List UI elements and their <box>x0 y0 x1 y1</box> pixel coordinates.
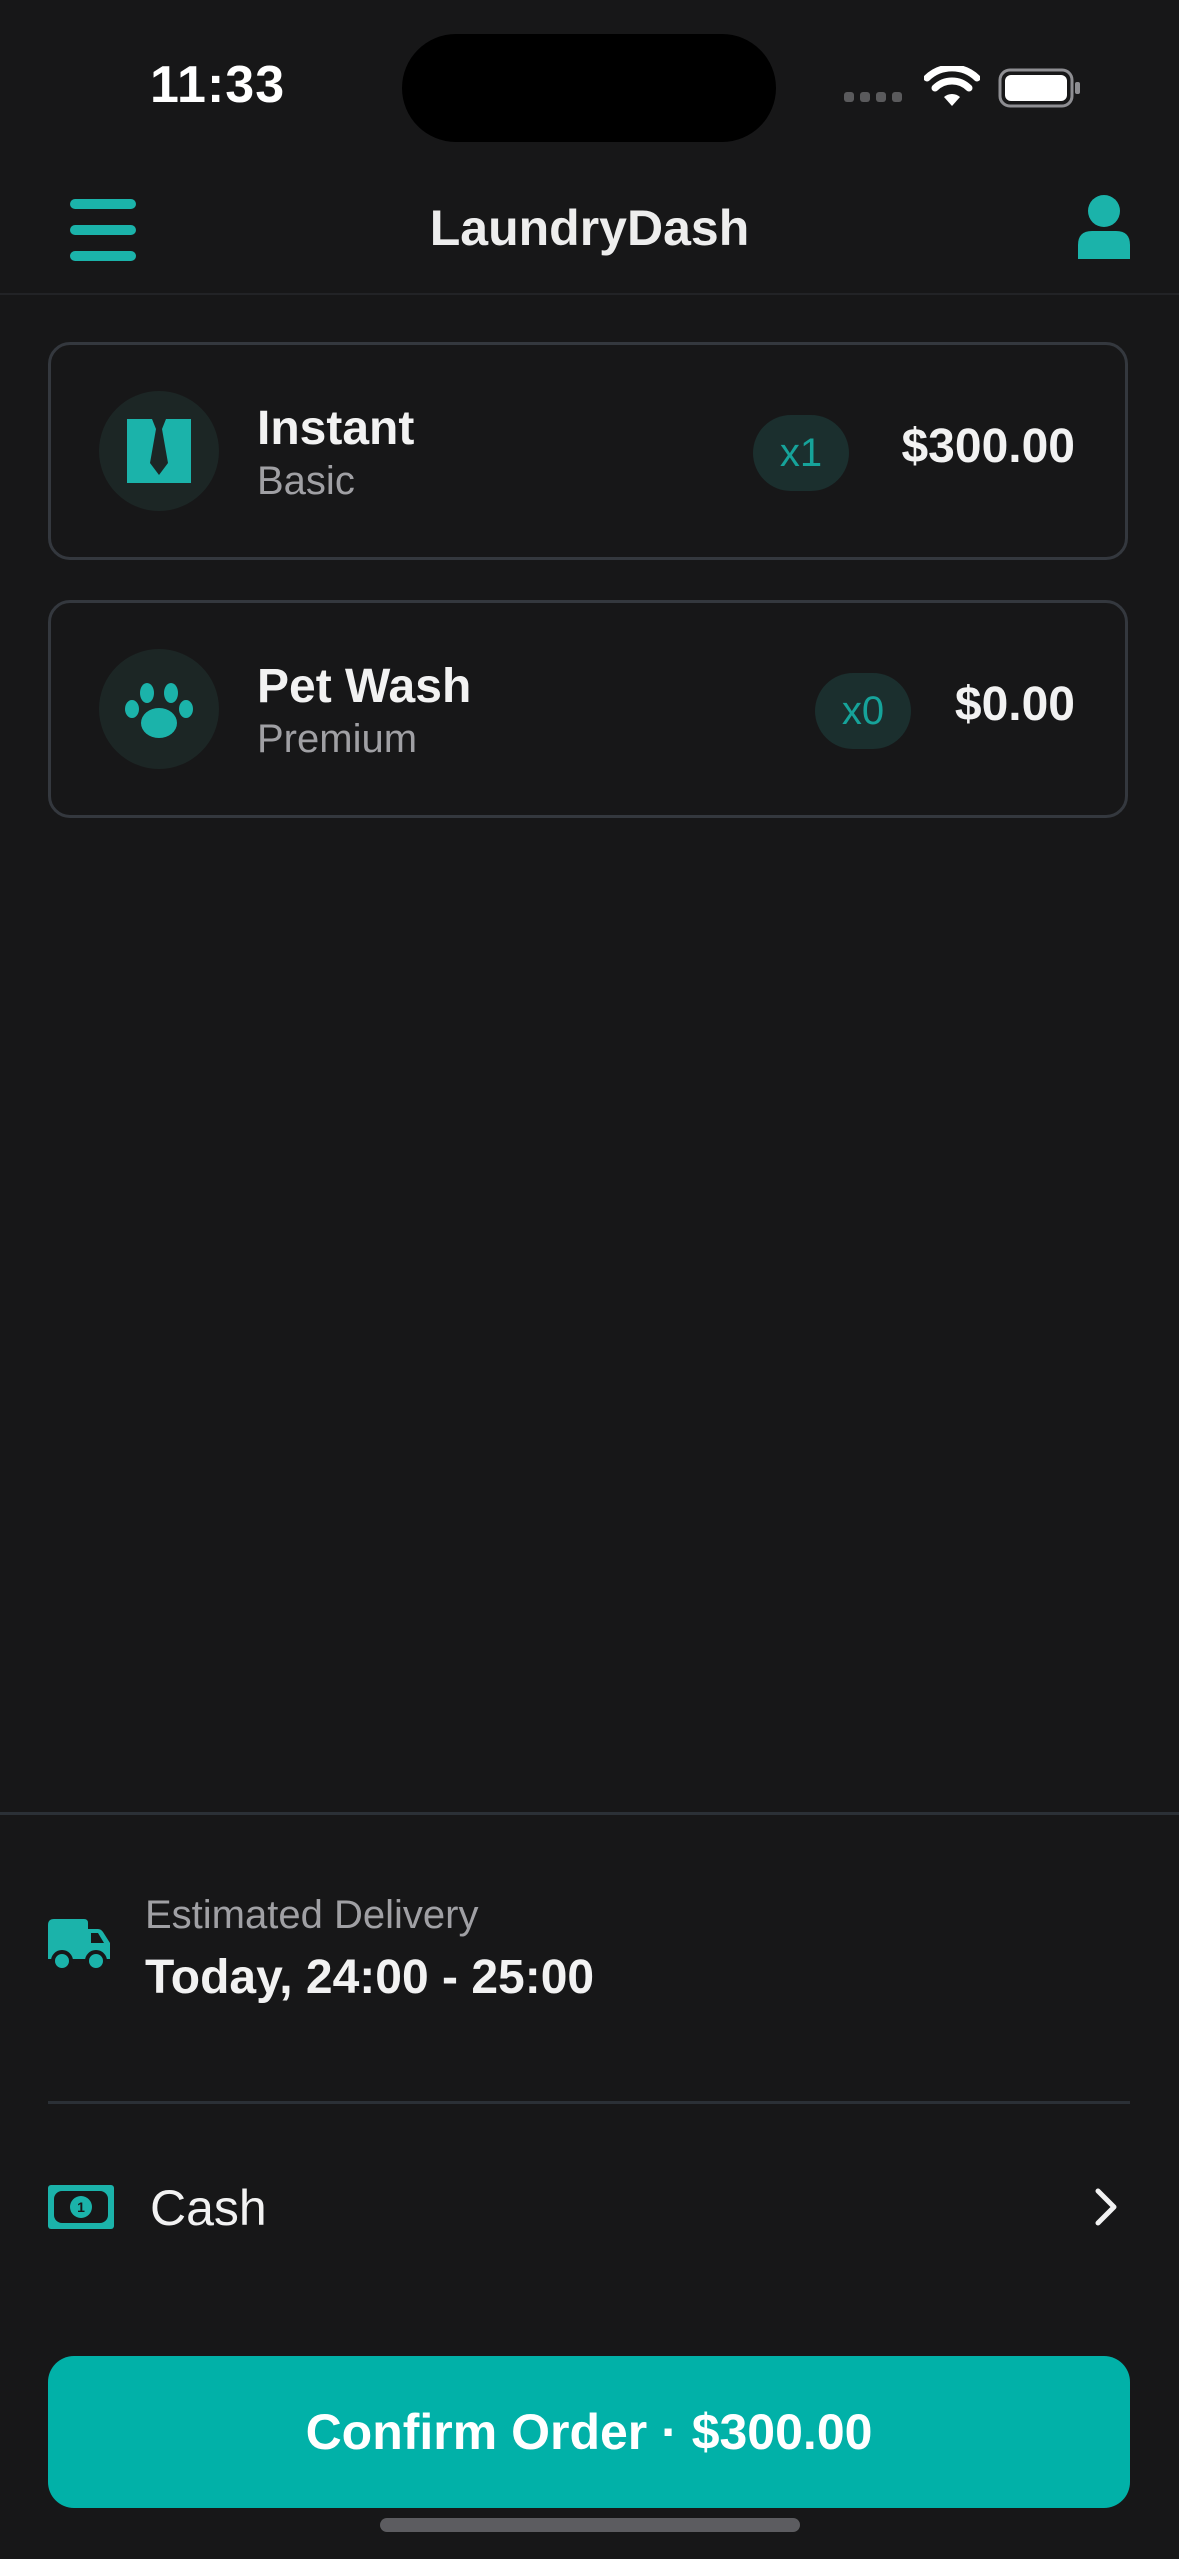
service-price: $300.00 <box>901 420 1075 473</box>
service-tier: Basic <box>257 459 355 503</box>
truck-icon <box>48 1919 110 1971</box>
cellular-signal-icon <box>844 92 902 102</box>
service-name: Instant <box>257 402 415 455</box>
battery-icon <box>998 68 1080 108</box>
service-price: $0.00 <box>954 678 1075 731</box>
paw-icon <box>125 683 193 738</box>
home-indicator[interactable] <box>380 2518 800 2532</box>
service-card-instant[interactable]: Instant Basic x1 $300.00 <box>48 342 1128 560</box>
app-header: LaundryDash <box>0 175 1179 295</box>
service-icon-container <box>99 391 219 511</box>
payment-method-row[interactable]: 1 Cash <box>48 2135 1130 2275</box>
shirt-tie-icon <box>127 419 191 483</box>
service-card-pet-wash[interactable]: Pet Wash Premium x0 $0.00 <box>48 600 1128 818</box>
delivery-time: Today, 24:00 - 25:00 <box>145 1951 595 2004</box>
quantity-badge[interactable]: x1 <box>753 415 849 491</box>
service-icon-container <box>99 649 219 769</box>
payment-method-label: Cash <box>150 2180 267 2236</box>
dynamic-island <box>402 34 776 142</box>
app-title: LaundryDash <box>429 200 750 256</box>
wifi-icon <box>924 66 980 106</box>
cash-icon: 1 <box>48 2185 114 2229</box>
service-name: Pet Wash <box>257 660 472 713</box>
service-tier: Premium <box>257 717 418 761</box>
delivery-label: Estimated Delivery <box>145 1893 479 1937</box>
user-icon[interactable] <box>1076 193 1132 261</box>
divider <box>48 2101 1130 2104</box>
quantity-badge[interactable]: x0 <box>815 673 911 749</box>
svg-text:1: 1 <box>77 2199 85 2215</box>
chevron-right-icon <box>1095 2188 1117 2226</box>
order-summary-panel: Estimated Delivery Today, 24:00 - 25:00 … <box>0 1812 1179 2559</box>
confirm-order-button[interactable]: Confirm Order · $300.00 <box>48 2356 1130 2508</box>
status-bar: 11:33 <box>0 0 1179 175</box>
status-time: 11:33 <box>150 56 286 114</box>
